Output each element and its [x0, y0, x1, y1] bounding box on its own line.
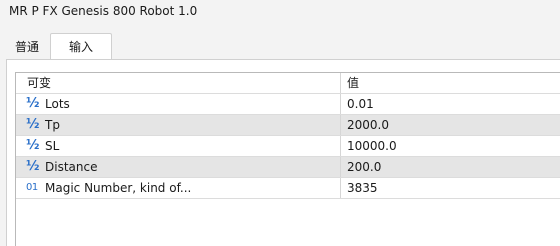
fraction-half-icon: ½ — [26, 96, 40, 111]
param-name-cell: ½ Tp — [16, 115, 341, 135]
fraction-half-icon: ½ — [26, 159, 40, 174]
param-name: Tp — [45, 118, 60, 132]
table-row[interactable]: ½ Lots 0.01 — [16, 94, 560, 115]
param-value-cell[interactable]: 200.0 — [341, 157, 560, 177]
param-value-cell[interactable]: 0.01 — [341, 94, 560, 114]
param-value: 200.0 — [347, 160, 382, 174]
table-row[interactable]: ½ Tp 2000.0 — [16, 115, 560, 136]
table-row[interactable]: 01 Magic Number, kind of... 3835 — [16, 178, 560, 199]
tab-inputs[interactable]: 输入 — [50, 33, 112, 60]
param-name: Magic Number, kind of... — [45, 181, 192, 195]
grid-header-row: 可变 值 — [16, 73, 560, 94]
header-variable-cell[interactable]: 可变 — [16, 73, 341, 93]
tab-common[interactable]: 普通 — [6, 35, 48, 59]
param-value: 3835 — [347, 181, 378, 195]
param-name-cell: ½ Distance — [16, 157, 341, 177]
param-name-cell: 01 Magic Number, kind of... — [16, 178, 341, 198]
header-value-cell[interactable]: 值 — [341, 73, 560, 93]
param-name: Lots — [45, 97, 70, 111]
param-value: 0.01 — [347, 97, 374, 111]
fraction-half-icon: ½ — [26, 117, 40, 132]
param-value-cell[interactable]: 10000.0 — [341, 136, 560, 156]
param-name: Distance — [45, 160, 98, 174]
header-value-label: 值 — [347, 76, 360, 90]
window-title: MR P FX Genesis 800 Robot 1.0 — [9, 4, 198, 18]
param-name-cell: ½ SL — [16, 136, 341, 156]
fraction-half-icon: ½ — [26, 138, 40, 153]
param-value: 10000.0 — [347, 139, 397, 153]
integer-01-icon: 01 — [26, 182, 38, 193]
param-name-cell: ½ Lots — [16, 94, 341, 114]
header-variable-label: 可变 — [27, 76, 52, 90]
table-row[interactable]: ½ SL 10000.0 — [16, 136, 560, 157]
table-row[interactable]: ½ Distance 200.0 — [16, 157, 560, 178]
param-name: SL — [45, 139, 60, 153]
param-value: 2000.0 — [347, 118, 389, 132]
param-value-cell[interactable]: 3835 — [341, 178, 560, 198]
param-value-cell[interactable]: 2000.0 — [341, 115, 560, 135]
window-titlebar: MR P FX Genesis 800 Robot 1.0 — [0, 0, 560, 24]
parameters-grid: 可变 值 ½ Lots 0.01 ½ Tp 2000.0 ½ SL 10000.… — [15, 72, 560, 246]
